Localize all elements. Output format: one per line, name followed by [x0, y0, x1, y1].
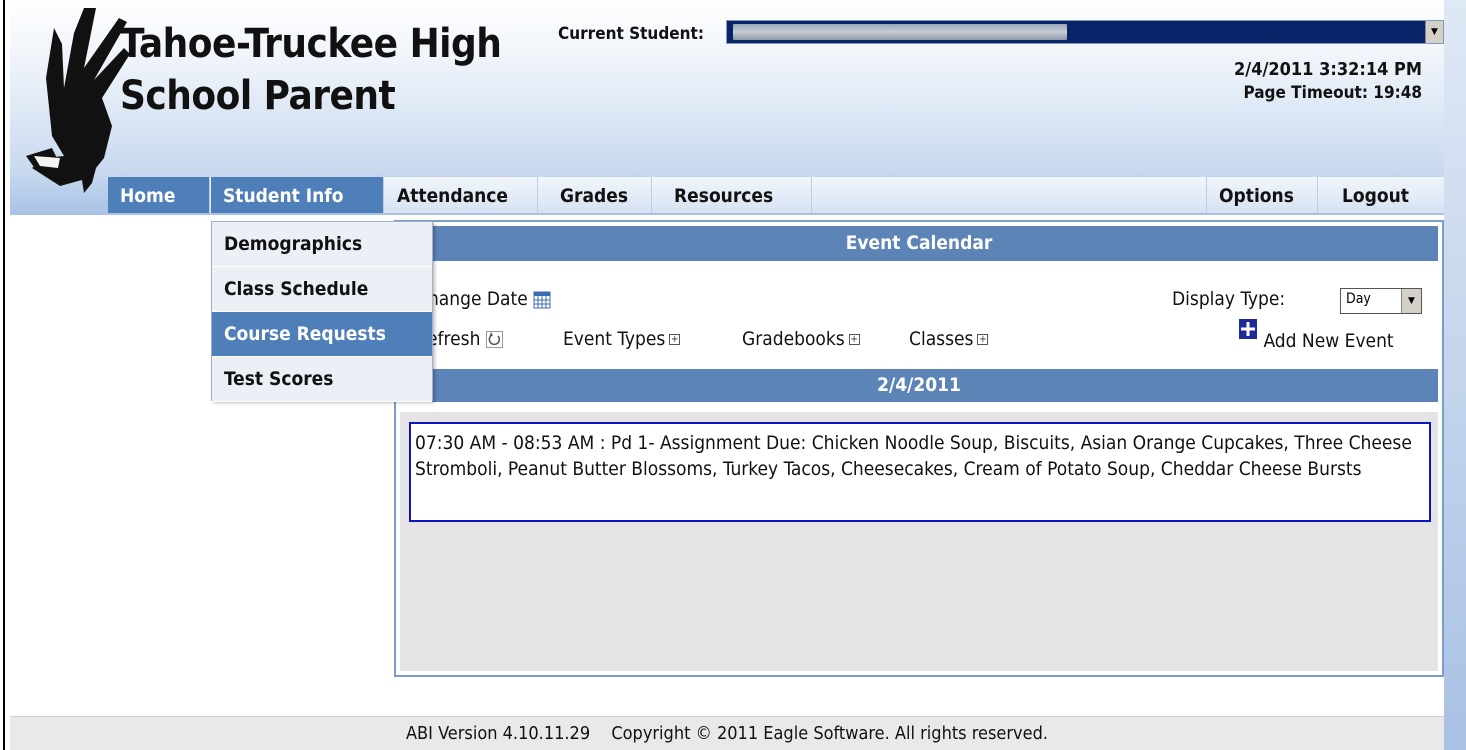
student-info-menu: Demographics Class Schedule Course Reque… [211, 221, 433, 402]
expand-icon[interactable]: + [977, 334, 989, 345]
current-datetime: 2/4/2011 3:32:14 PM [1234, 59, 1422, 80]
nav-home[interactable]: Home [108, 177, 210, 213]
nav-options[interactable]: Options [1206, 177, 1318, 213]
nav-logout[interactable]: Logout [1330, 177, 1444, 213]
window-right-edge [1444, 0, 1466, 750]
page-footer: ABI Version 4.10.11.29 Copyright © 2011 … [10, 716, 1444, 750]
current-student-select[interactable]: ▼ [726, 20, 1444, 44]
display-type-select[interactable]: Day ▼ [1340, 288, 1422, 314]
student-name-redacted [733, 24, 1067, 40]
add-new-event-button[interactable]: Add New Event [1238, 318, 1394, 354]
display-type-value: Day [1346, 291, 1371, 307]
expand-icon[interactable]: + [669, 334, 681, 345]
event-types-label: Event Types [563, 328, 666, 350]
refresh-icon[interactable] [485, 331, 503, 348]
classes-toggle[interactable]: Classes + [909, 328, 989, 350]
chevron-down-icon[interactable]: ▼ [1401, 289, 1421, 313]
gradebooks-toggle[interactable]: Gradebooks + [742, 328, 860, 350]
menu-item-test-scores[interactable]: Test Scores [212, 357, 432, 402]
events-list: 07:30 AM - 08:53 AM : Pd 1- Assignment D… [400, 412, 1438, 671]
school-name: Tahoe-Truckee High School Parent [120, 21, 502, 119]
nav-resources[interactable]: Resources [662, 177, 812, 213]
menu-item-demographics[interactable]: Demographics [212, 222, 432, 267]
nav-grades[interactable]: Grades [548, 177, 652, 213]
display-type-label: Display Type: [1172, 288, 1286, 310]
version-text: ABI Version 4.10.11.29 [405, 723, 591, 744]
menu-item-class-schedule[interactable]: Class Schedule [212, 267, 432, 312]
classes-label: Classes [909, 328, 974, 350]
menu-item-course-requests[interactable]: Course Requests [212, 312, 432, 357]
change-date-link[interactable]: Change Date [416, 288, 551, 310]
window-left-edge [0, 0, 10, 750]
panel-title: Event Calendar [400, 226, 1438, 261]
datetime-block: 2/4/2011 3:32:14 PM Page Timeout: 19:48 [1234, 58, 1422, 104]
gradebooks-label: Gradebooks [742, 328, 845, 350]
chevron-down-icon[interactable]: ▼ [1425, 21, 1443, 43]
nav-attendance[interactable]: Attendance [385, 177, 538, 213]
calendar-icon[interactable] [533, 291, 551, 309]
page-timeout: Page Timeout: 19:48 [1243, 83, 1422, 103]
event-calendar-panel: Event Calendar Change Date Display Type:… [394, 220, 1444, 677]
event-item[interactable]: 07:30 AM - 08:53 AM : Pd 1- Assignment D… [409, 422, 1431, 522]
add-new-event-label: Add New Event [1263, 330, 1394, 352]
copyright-text: Copyright © 2011 Eagle Software. All rig… [611, 723, 1049, 744]
date-header: 2/4/2011 [400, 369, 1438, 402]
nav-student-info[interactable]: Student Info [211, 177, 384, 213]
expand-icon[interactable]: + [848, 334, 860, 345]
main-nav: Home Student Info Attendance Grades Reso… [108, 177, 1444, 213]
event-types-toggle[interactable]: Event Types + [563, 328, 681, 350]
current-student-label: Current Student: [558, 24, 704, 44]
add-icon[interactable] [1238, 318, 1258, 342]
